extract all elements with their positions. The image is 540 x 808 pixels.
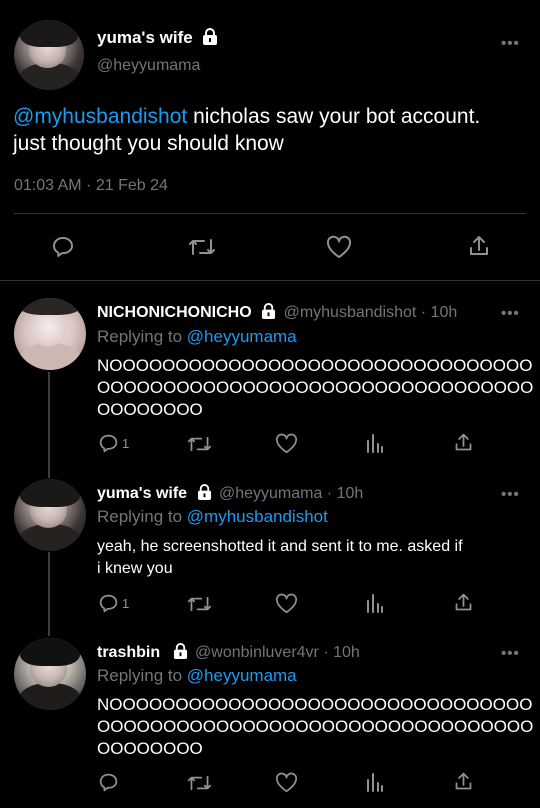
reply-header: NICHONICHONICHO @myhusbandishot · 10h: [97, 303, 497, 324]
reply-count: 1: [122, 596, 130, 611]
reply-icon: [99, 434, 118, 453]
reply-text: NOOOOOOOOOOOOOOOOOOOOOOOOOOOOOOOO OOOOOO…: [97, 356, 534, 419]
reply-button[interactable]: 1: [98, 433, 129, 454]
thread-line: [48, 372, 50, 478]
lock-icon: [197, 484, 212, 505]
retweet-button[interactable]: [188, 236, 216, 258]
retweet-button[interactable]: [187, 434, 212, 454]
reply-count: 1: [122, 436, 130, 451]
divider: [14, 213, 526, 214]
reply-text: yeah, he screenshotted it and sent it to…: [97, 538, 463, 577]
like-button[interactable]: [275, 593, 298, 614]
handle-and-time: @myhusbandishot · 10h: [283, 304, 458, 321]
share-icon: [455, 593, 472, 611]
reply-header: trashbin @wonbinluver4vr · 10h: [97, 643, 497, 664]
lock-icon: [202, 28, 218, 50]
more-options-icon[interactable]: •••: [501, 35, 520, 52]
avatar[interactable]: [14, 20, 84, 90]
more-options-icon[interactable]: •••: [501, 305, 520, 322]
replying-to: Replying to @heyyumama: [97, 666, 297, 685]
share-icon: [455, 772, 472, 790]
handle-and-time: @heyyumama · 10h: [218, 485, 364, 502]
thread-line: [48, 552, 50, 636]
divider: [0, 280, 540, 281]
lock-icon: [261, 303, 276, 324]
display-name[interactable]: NICHONICHONICHO: [97, 304, 252, 321]
display-name[interactable]: yuma's wife: [97, 28, 218, 50]
retweet-button[interactable]: [187, 773, 212, 793]
replying-to: Replying to @heyyumama: [97, 327, 297, 346]
retweet-icon: [189, 239, 215, 255]
handle-and-time: @wonbinluver4vr · 10h: [195, 644, 360, 661]
lock-icon: [173, 643, 188, 664]
like-button[interactable]: [275, 772, 298, 793]
heart-icon: [275, 593, 298, 614]
more-options-icon[interactable]: •••: [501, 486, 520, 503]
more-options-icon[interactable]: •••: [501, 645, 520, 662]
like-button[interactable]: [275, 433, 298, 454]
share-button[interactable]: [467, 234, 491, 258]
share-button[interactable]: [453, 771, 474, 792]
avatar[interactable]: [14, 638, 86, 710]
reply-icon: [99, 594, 118, 613]
analytics-icon: [367, 773, 383, 792]
reply-button[interactable]: [98, 772, 119, 793]
like-button[interactable]: [326, 235, 352, 259]
avatar[interactable]: [14, 479, 86, 551]
share-icon: [455, 433, 472, 451]
share-button[interactable]: [453, 432, 474, 453]
retweet-button[interactable]: [187, 594, 212, 614]
display-name[interactable]: trashbin: [97, 644, 160, 661]
analytics-button[interactable]: [366, 772, 384, 792]
retweet-icon: [187, 775, 212, 791]
reply-icon: [53, 237, 73, 257]
reply-text: NOOOOOOOOOOOOOOOOOOOOOOOOOOOOOOOO OOOOOO…: [97, 695, 534, 758]
analytics-button[interactable]: [366, 433, 384, 453]
user-handle[interactable]: @heyyumama: [97, 57, 200, 75]
tweet-text: @myhusbandishot nicholas saw your bot ac…: [13, 105, 481, 155]
analytics-icon: [367, 594, 383, 613]
reply-button[interactable]: 1: [98, 593, 129, 614]
reply-header: yuma's wife @heyyumama · 10h: [97, 484, 497, 505]
retweet-icon: [187, 596, 212, 612]
heart-icon: [275, 772, 298, 793]
avatar[interactable]: [14, 298, 86, 370]
retweet-icon: [187, 436, 212, 452]
tweet-timestamp[interactable]: 01:03 AM · 21 Feb 24: [14, 177, 168, 195]
mention-link[interactable]: @heyyumama: [187, 327, 297, 346]
share-button[interactable]: [453, 592, 474, 613]
mention-link[interactable]: @myhusbandishot: [13, 105, 187, 128]
heart-icon: [326, 235, 352, 258]
reply-button[interactable]: [51, 235, 75, 259]
analytics-icon: [367, 434, 383, 453]
share-icon: [470, 236, 488, 255]
display-name[interactable]: yuma's wife: [97, 485, 187, 502]
heart-icon: [275, 433, 298, 454]
replying-to: Replying to @myhusbandishot: [97, 507, 328, 526]
analytics-button[interactable]: [366, 593, 384, 613]
mention-link[interactable]: @myhusbandishot: [187, 507, 328, 526]
reply-icon: [99, 773, 118, 792]
mention-link[interactable]: @heyyumama: [187, 666, 297, 685]
